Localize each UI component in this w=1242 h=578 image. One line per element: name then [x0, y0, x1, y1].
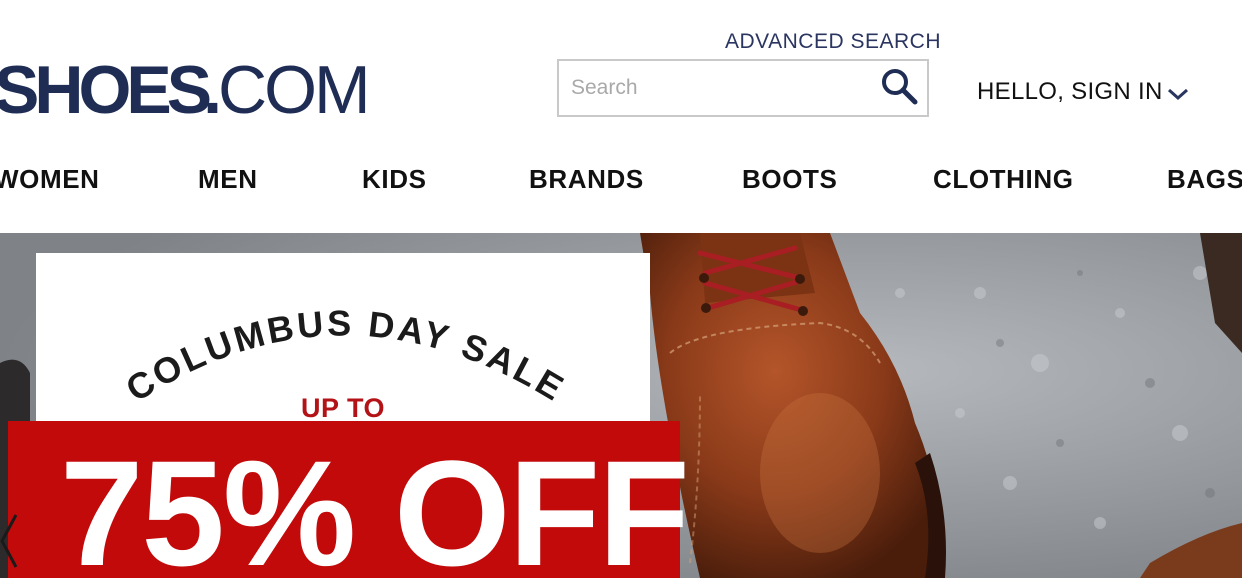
- logo-text-bold: SHOES: [0, 52, 212, 128]
- sign-in-menu[interactable]: HELLO, SIGN IN: [977, 76, 1189, 108]
- promo-discount: 75% OFF: [60, 429, 690, 578]
- svg-text:COLUMBUS DAY SALE: COLUMBUS DAY SALE: [119, 302, 573, 409]
- nav-item-brands[interactable]: BRANDS: [529, 164, 644, 195]
- nav-item-bags[interactable]: BAGS: [1167, 164, 1242, 195]
- site-logo[interactable]: SHOES. COM: [0, 52, 371, 128]
- logo-text-light: COM: [217, 52, 371, 128]
- search-icon: [879, 66, 919, 111]
- search-button[interactable]: [877, 67, 921, 109]
- main-nav: WOMEN MEN KIDS BRANDS BOOTS CLOTHING BAG…: [0, 164, 1242, 204]
- sign-in-label: HELLO, SIGN IN: [977, 78, 1163, 105]
- search-box: [557, 59, 929, 117]
- hero-banner[interactable]: UP TO COLUMBUS DAY SALE 75% OFF: [0, 233, 1242, 578]
- nav-item-clothing[interactable]: CLOTHING: [933, 164, 1074, 195]
- nav-item-kids[interactable]: KIDS: [362, 164, 427, 195]
- search-input[interactable]: [559, 61, 871, 115]
- advanced-search-link[interactable]: ADVANCED SEARCH: [725, 30, 941, 54]
- nav-item-men[interactable]: MEN: [198, 164, 258, 195]
- chevron-down-icon: [1167, 80, 1189, 108]
- chevron-left-icon: [0, 514, 24, 575]
- carousel-prev-button[interactable]: [0, 511, 24, 571]
- nav-item-boots[interactable]: BOOTS: [742, 164, 837, 195]
- promo-headline-text: COLUMBUS DAY SALE: [119, 302, 570, 409]
- promo-headline: COLUMBUS DAY SALE: [119, 302, 573, 409]
- nav-item-women[interactable]: WOMEN: [0, 164, 100, 195]
